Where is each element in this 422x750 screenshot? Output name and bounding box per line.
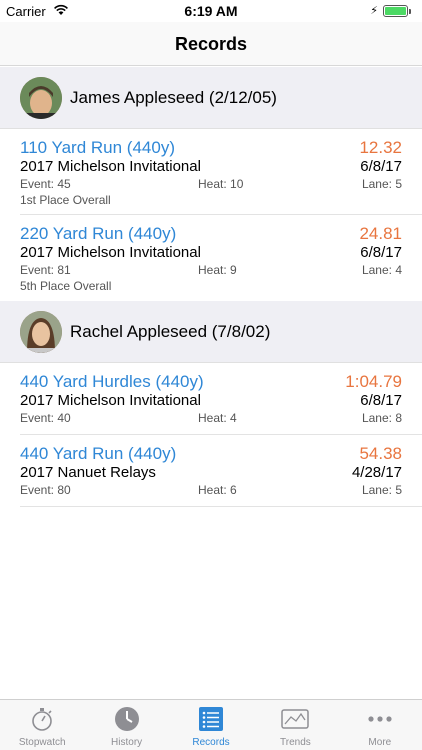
record-row[interactable]: 110 Yard Run (440y) 12.32 2017 Michelson… bbox=[20, 129, 422, 215]
tab-label: Records bbox=[192, 737, 230, 748]
meet-date: 6/8/17 bbox=[360, 244, 402, 261]
tab-stopwatch[interactable]: Stopwatch bbox=[0, 700, 84, 750]
heat-number: Heat: 9 bbox=[198, 263, 237, 277]
record-mark: 12.32 bbox=[359, 138, 402, 157]
tab-trends[interactable]: Trends bbox=[253, 700, 337, 750]
athlete-name: Rachel Appleseed (7/8/02) bbox=[70, 322, 271, 341]
meet-name: 2017 Nanuet Relays bbox=[20, 464, 156, 481]
athlete-header-james[interactable]: James Appleseed (2/12/05) bbox=[0, 67, 422, 129]
event-name: 440 Yard Run (440y) bbox=[20, 444, 177, 463]
record-row[interactable]: 220 Yard Run (440y) 24.81 2017 Michelson… bbox=[20, 215, 422, 301]
event-number: Event: 80 bbox=[20, 483, 71, 497]
event-number: Event: 45 bbox=[20, 177, 71, 191]
heat-number: Heat: 4 bbox=[198, 411, 237, 425]
battery-icon bbox=[383, 5, 408, 17]
athlete-header-rachel[interactable]: Rachel Appleseed (7/8/02) bbox=[0, 301, 422, 363]
navigation-bar: Records bbox=[0, 22, 422, 66]
tab-more[interactable]: More bbox=[338, 700, 422, 750]
page-title: Records bbox=[174, 34, 248, 54]
avatar bbox=[20, 311, 62, 353]
tab-label: Stopwatch bbox=[18, 737, 66, 748]
battery-tip bbox=[409, 9, 411, 14]
heat-number: Heat: 10 bbox=[198, 177, 244, 191]
meet-name: 2017 Michelson Invitational bbox=[20, 392, 201, 409]
records-list[interactable]: James Appleseed (2/12/05) 110 Yard Run (… bbox=[0, 67, 422, 699]
event-number: Event: 40 bbox=[20, 411, 71, 425]
record-row[interactable]: 440 Yard Hurdles (440y) 1:04.79 2017 Mic… bbox=[20, 363, 422, 435]
tab-label: Trends bbox=[280, 737, 311, 748]
place-overall: 1st Place Overall bbox=[20, 193, 111, 207]
lane-number: Lane: 8 bbox=[361, 411, 402, 425]
tab-records[interactable]: Records bbox=[169, 700, 253, 750]
lane-number: Lane: 5 bbox=[361, 177, 402, 191]
event-name: 220 Yard Run (440y) bbox=[20, 224, 177, 243]
place-overall: 5th Place Overall bbox=[20, 279, 112, 293]
tab-label: History bbox=[111, 737, 143, 748]
record-mark: 54.38 bbox=[359, 444, 402, 463]
meet-name: 2017 Michelson Invitational bbox=[20, 158, 201, 175]
status-bar: Carrier 6:19 AM ⚡ bbox=[0, 0, 422, 22]
tab-label: More bbox=[368, 737, 392, 748]
more-dots-icon bbox=[368, 716, 392, 722]
trend-chart-icon bbox=[281, 709, 310, 729]
status-time: 6:19 AM bbox=[184, 3, 238, 19]
event-number: Event: 81 bbox=[20, 263, 71, 277]
lane-number: Lane: 5 bbox=[361, 483, 402, 497]
event-name: 110 Yard Run (440y) bbox=[20, 138, 175, 157]
avatar bbox=[20, 77, 62, 119]
meet-date: 4/28/17 bbox=[351, 464, 402, 481]
record-row[interactable]: 440 Yard Run (440y) 54.38 2017 Nanuet Re… bbox=[20, 435, 422, 507]
meet-name: 2017 Michelson Invitational bbox=[20, 244, 201, 261]
charging-icon: ⚡ bbox=[370, 5, 378, 17]
list-icon bbox=[199, 707, 224, 731]
heat-number: Heat: 6 bbox=[198, 483, 237, 497]
stopwatch-icon bbox=[32, 708, 53, 731]
record-mark: 1:04.79 bbox=[345, 372, 402, 391]
clock-icon bbox=[114, 707, 139, 731]
lane-number: Lane: 4 bbox=[361, 263, 402, 277]
athlete-name: James Appleseed (2/12/05) bbox=[70, 88, 277, 107]
event-name: 440 Yard Hurdles (440y) bbox=[20, 372, 204, 391]
meet-date: 6/8/17 bbox=[360, 392, 402, 409]
tab-history[interactable]: History bbox=[84, 700, 168, 750]
meet-date: 6/8/17 bbox=[360, 158, 402, 175]
record-mark: 24.81 bbox=[359, 224, 402, 243]
tab-bar: Stopwatch History Records Trends More bbox=[0, 699, 422, 750]
